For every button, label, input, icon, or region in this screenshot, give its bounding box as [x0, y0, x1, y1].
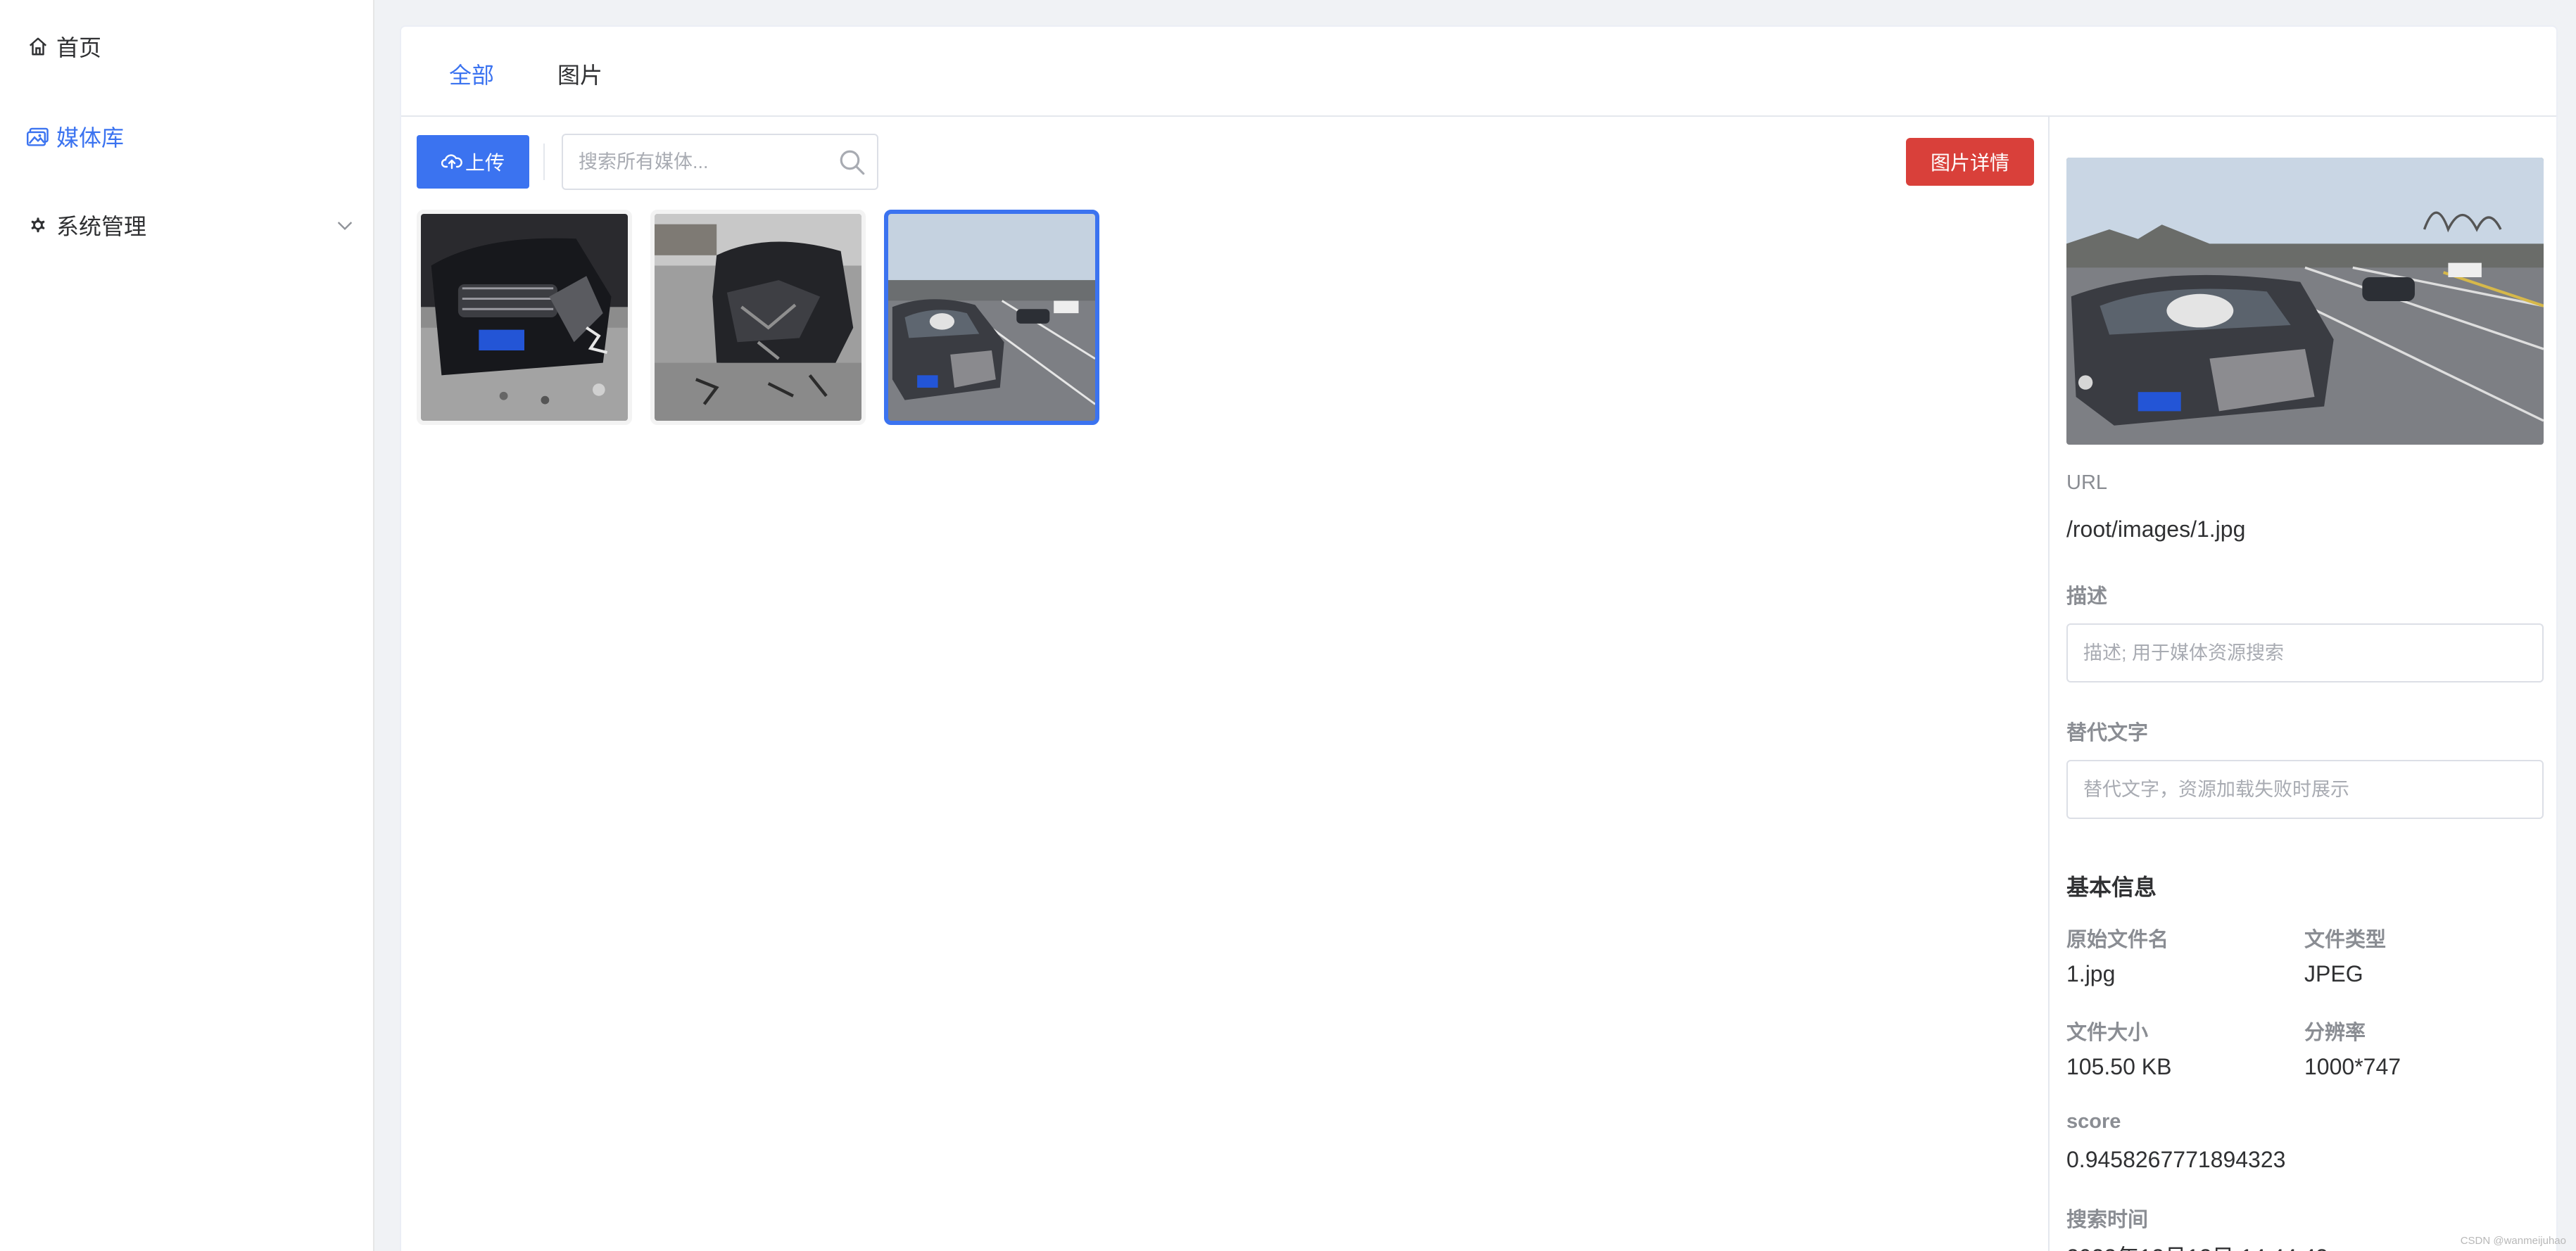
damaged-car-image: [655, 214, 861, 421]
picture-icon: [25, 124, 51, 149]
filetype-value: JPEG: [2304, 961, 2363, 986]
media-library-card: 全部 图片 上传 图片详情: [400, 25, 2558, 1251]
sidebar-item-system-management[interactable]: 系统管理: [25, 204, 363, 246]
toolbar-divider: [543, 144, 545, 180]
url-label: URL: [2066, 471, 2108, 494]
sidebar: 首页 媒体库 系统管理: [0, 0, 374, 1251]
alt-text-label: 替代文字: [2066, 722, 2149, 744]
image-detail-button[interactable]: 图片详情: [1906, 138, 2034, 186]
resolution-label: 分辨率: [2304, 1022, 2366, 1044]
gear-icon: [25, 212, 51, 238]
media-thumbnail[interactable]: [417, 210, 632, 425]
home-icon: [25, 34, 51, 59]
description-label: 描述: [2066, 585, 2108, 608]
filesize-value: 105.50 KB: [2066, 1054, 2172, 1079]
alt-text-input[interactable]: [2083, 761, 2527, 818]
search-input[interactable]: [579, 135, 832, 189]
description-field[interactable]: [2066, 623, 2544, 682]
filename-label: 原始文件名: [2066, 929, 2169, 951]
watermark: CSDN @wanmeijuhao: [2460, 1235, 2566, 1247]
media-thumbnail[interactable]: [650, 210, 866, 425]
search-icon[interactable]: [838, 148, 867, 177]
image-preview: [2066, 158, 2544, 445]
filetype-label: 文件类型: [2304, 929, 2387, 951]
damaged-car-preview-image: [2066, 158, 2544, 445]
damaged-car-image: [421, 214, 628, 421]
tab-bar: 全部 图片: [401, 27, 2556, 117]
score-value: 0.9458267771894323: [2066, 1147, 2286, 1172]
media-detail-panel: URL /root/images/1.jpg 描述 替代文字 基本信息 原始文件…: [2048, 117, 2556, 1251]
damaged-car-image: [888, 214, 1095, 421]
search-time-value: 2023年12月12日 14:44:43: [2066, 1240, 2328, 1251]
upload-button[interactable]: 上传: [417, 135, 529, 189]
sidebar-item-home[interactable]: 首页: [25, 25, 363, 68]
description-input[interactable]: [2083, 625, 2527, 681]
filename-value: 1.jpg: [2066, 961, 2116, 986]
sidebar-item-label: 媒体库: [56, 125, 125, 151]
search-field[interactable]: [562, 134, 878, 190]
filesize-label: 文件大小: [2066, 1022, 2149, 1044]
resolution-value: 1000*747: [2304, 1054, 2401, 1079]
sidebar-item-label: 首页: [56, 35, 102, 61]
search-time-label: 搜索时间: [2066, 1209, 2149, 1231]
score-label: score: [2066, 1110, 2121, 1133]
basic-info-title: 基本信息: [2066, 875, 2157, 900]
url-value: /root/images/1.jpg: [2066, 516, 2246, 542]
tab-all[interactable]: 全部: [449, 58, 494, 90]
alt-text-field[interactable]: [2066, 760, 2544, 819]
sidebar-item-label: 系统管理: [56, 214, 147, 239]
sidebar-item-media-library[interactable]: 媒体库: [25, 115, 363, 158]
cloud-upload-icon: [441, 154, 462, 170]
chevron-down-icon: [334, 214, 356, 236]
media-thumbnail-selected[interactable]: [884, 210, 1099, 425]
tab-images[interactable]: 图片: [557, 58, 602, 90]
upload-button-label: 上传: [465, 152, 505, 174]
